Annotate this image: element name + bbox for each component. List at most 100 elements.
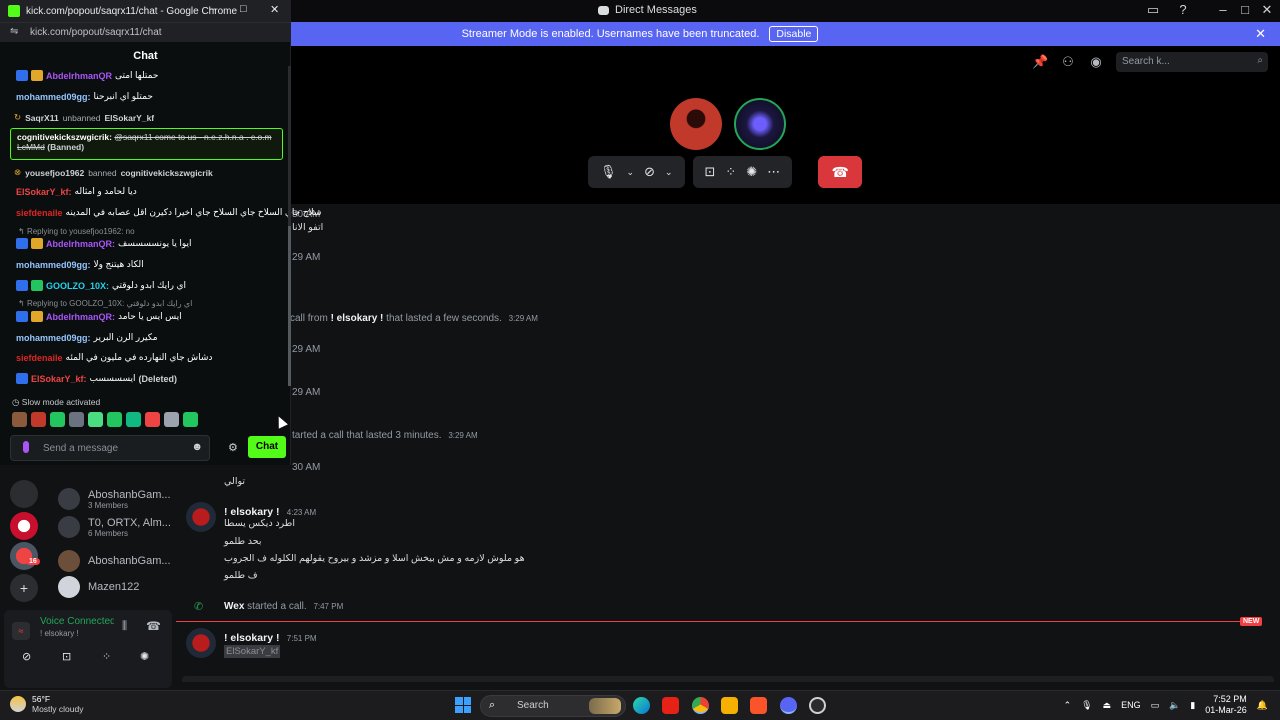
add-friends-icon[interactable]: ⚇: [1060, 54, 1076, 70]
site-info-icon[interactable]: ⇋: [10, 26, 18, 37]
chat-message[interactable]: siefdenaile دشاش جاي النهارده في مليون ف…: [16, 352, 212, 363]
discord-icon[interactable]: [780, 697, 797, 714]
dm-item[interactable]: AboshanbGam... 3 Members: [58, 488, 171, 510]
chat-message[interactable]: mohammed09gg: حمتلو اي انبرحنا: [16, 91, 153, 102]
language-indicator[interactable]: ENG: [1121, 700, 1141, 710]
chat-username[interactable]: mohammed09gg:: [16, 92, 91, 102]
address-bar[interactable]: ⇋ kick.com/popout/saqrx11/chat: [0, 22, 291, 42]
close-icon[interactable]: ✕: [1255, 26, 1266, 42]
weather-widget[interactable]: 56°F Mostly cloudy: [10, 694, 84, 714]
emote-icon[interactable]: [50, 412, 65, 427]
maximize-button[interactable]: □: [240, 3, 247, 15]
chat-message[interactable]: AbdelrhmanQR: ايس ايس يا حامد: [16, 311, 182, 322]
dm-item[interactable]: T0, ORTX, Alm... 6 Members: [58, 516, 171, 538]
close-button[interactable]: ✕: [1254, 2, 1280, 18]
screen-share-icon[interactable]: ⊡: [705, 164, 716, 180]
server-icon[interactable]: [10, 512, 38, 540]
send-chat-button[interactable]: Chat: [248, 436, 286, 458]
message-author[interactable]: ! elsokary !: [224, 632, 279, 644]
chat-message[interactable]: mohammed09gg: مكيرر الرن البرير: [16, 332, 158, 343]
chevron-down-icon[interactable]: ⌄: [627, 167, 635, 178]
chat-username[interactable]: GOOLZO_10X:: [46, 281, 109, 291]
chat-scrollbar-thumb[interactable]: [288, 226, 291, 386]
mod-target[interactable]: ElSokarY_kf: [105, 113, 155, 123]
activities-icon[interactable]: ⁘: [725, 164, 736, 180]
call-log-user[interactable]: ! elsokary !: [331, 313, 384, 324]
chat-username[interactable]: siefdenaile: [16, 353, 63, 363]
profile-icon[interactable]: ◉: [1088, 54, 1104, 70]
chevron-up-icon[interactable]: ⌃: [1064, 700, 1072, 711]
noise-suppression-icon[interactable]: ⫼: [122, 620, 127, 633]
reply-context[interactable]: ↰ Replying to yousefjoo1962: no: [18, 227, 135, 236]
obs-icon[interactable]: [809, 697, 826, 714]
rockstar-icon[interactable]: [721, 697, 738, 714]
chat-username[interactable]: mohammed09gg:: [16, 333, 91, 343]
chat-message[interactable]: mohammed09gg: الكاد هيتنج ولا: [16, 259, 144, 270]
chrome-icon[interactable]: [692, 697, 709, 714]
chat-input-box[interactable]: ☻: [10, 435, 210, 461]
close-button[interactable]: ✕: [270, 3, 279, 16]
emote-icon[interactable]: [12, 412, 27, 427]
activities-icon[interactable]: ⁘: [102, 650, 111, 663]
more-icon[interactable]: ⋯: [767, 164, 780, 180]
dm-item[interactable]: AboshanbGam...: [58, 550, 171, 572]
server-icon[interactable]: [10, 542, 38, 570]
message-composer[interactable]: [182, 676, 1274, 682]
soundboard-icon[interactable]: ✺: [746, 164, 757, 180]
server-icon[interactable]: [10, 480, 38, 508]
chat-username[interactable]: ElSokarY_kf:: [31, 374, 87, 384]
soundboard-icon[interactable]: ✺: [140, 650, 149, 663]
help-icon[interactable]: ?: [1170, 2, 1196, 17]
chat-message[interactable]: GOOLZO_10X: اي رايك ابدو دلوقتي: [16, 280, 186, 291]
edge-icon[interactable]: [633, 697, 650, 714]
clock[interactable]: 7:52 PM 01-Mar-26: [1205, 694, 1247, 716]
emote-icon[interactable]: [107, 412, 122, 427]
emote-icon[interactable]: [88, 412, 103, 427]
screen-share-icon[interactable]: ⊡: [62, 650, 71, 663]
chat-message-input[interactable]: [43, 440, 193, 456]
chat-username[interactable]: cognitivekickszwgicrik:: [17, 132, 112, 142]
add-server-button[interactable]: +: [10, 574, 38, 602]
battery-icon[interactable]: ▮: [1190, 700, 1195, 711]
notification-icon[interactable]: 🔔: [1257, 700, 1268, 711]
start-button[interactable]: [455, 697, 471, 713]
chat-message[interactable]: siefdenaile سلاح جاي السلاح جاي السلاح ج…: [16, 207, 321, 218]
voice-status[interactable]: Voice Connected: [40, 616, 114, 627]
message-author[interactable]: ! elsokary !: [224, 506, 279, 518]
volume-icon[interactable]: 🔈: [1169, 700, 1180, 711]
call-avatar-1[interactable]: [670, 98, 722, 150]
mic-icon[interactable]: [23, 441, 29, 453]
camera-off-icon[interactable]: ⊘: [22, 650, 31, 663]
banned-message[interactable]: cognitivekickszwgicrik: @saqrx11 come to…: [10, 128, 283, 160]
chat-username[interactable]: mohammed09gg:: [16, 260, 91, 270]
chat-message[interactable]: AbdelrhmanQR حمتلها امتى: [16, 70, 158, 81]
dm-item[interactable]: Mazen122: [58, 576, 139, 598]
emote-icon[interactable]: [145, 412, 160, 427]
mic-control[interactable]: 🎙 ⌄ ⊘ ⌄: [588, 156, 685, 188]
gear-icon[interactable]: ⚙: [228, 441, 238, 454]
mod-target[interactable]: cognitivekickszwgicrik: [121, 168, 213, 178]
hang-up-button[interactable]: ☎: [818, 156, 863, 188]
disable-streamer-button[interactable]: Disable: [769, 26, 819, 42]
microphone-icon[interactable]: 🎙: [600, 164, 617, 180]
call-log-user[interactable]: Wex: [224, 601, 244, 612]
youtube-icon[interactable]: [662, 697, 679, 714]
display-icon[interactable]: ▭: [1151, 700, 1160, 711]
pin-icon[interactable]: 📌: [1032, 54, 1048, 70]
disconnect-icon[interactable]: ☎: [146, 619, 161, 633]
chat-username[interactable]: AbdelrhmanQR:: [46, 239, 115, 249]
chat-username[interactable]: siefdenaile: [16, 208, 63, 218]
chat-username[interactable]: ElSokarY_kf:: [16, 187, 72, 197]
emote-icon[interactable]: [126, 412, 141, 427]
chat-message[interactable]: AbdelrhmanQR: ايوا يا يونسسسسف: [16, 238, 192, 249]
brave-icon[interactable]: [750, 697, 767, 714]
chat-username[interactable]: AbdelrhmanQR: [46, 71, 112, 81]
minimize-button[interactable]: –: [210, 3, 216, 15]
chat-username[interactable]: AbdelrhmanQR:: [46, 312, 115, 322]
chat-message[interactable]: ElSokarY_kf: ديا لحامد و امثاله: [16, 186, 137, 197]
microphone-icon[interactable]: 🎙: [1081, 700, 1092, 711]
emote-icon[interactable]: [183, 412, 198, 427]
dm-search-input[interactable]: Search k... ⌕: [1116, 52, 1268, 72]
taskbar-search[interactable]: ⌕ Search: [480, 695, 626, 717]
emoji-icon[interactable]: ☻: [191, 441, 203, 453]
